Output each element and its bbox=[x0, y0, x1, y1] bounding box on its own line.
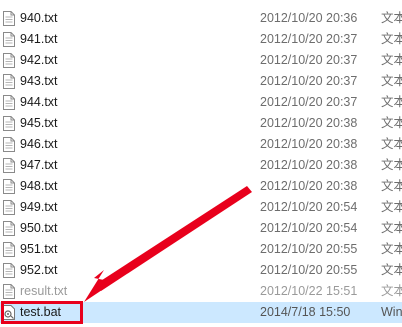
text-file-icon bbox=[3, 179, 15, 194]
file-type: 文本 bbox=[381, 116, 402, 130]
file-name: 952.txt bbox=[20, 263, 58, 277]
file-type: 文本 bbox=[381, 158, 402, 172]
file-name: 948.txt bbox=[20, 179, 58, 193]
file-row[interactable]: 946.txt 2012/10/20 20:38 文本 bbox=[0, 134, 402, 155]
file-name: 944.txt bbox=[20, 95, 58, 109]
file-name: 943.txt bbox=[20, 74, 58, 88]
file-name: 942.txt bbox=[20, 53, 58, 67]
file-name: result.txt bbox=[20, 284, 68, 298]
text-file-icon bbox=[3, 200, 15, 215]
file-row[interactable]: 948.txt 2012/10/20 20:38 文本 bbox=[0, 176, 402, 197]
text-file-icon bbox=[3, 137, 15, 152]
file-type: 文本 bbox=[381, 284, 402, 298]
file-type: 文本 bbox=[381, 74, 402, 88]
file-row[interactable]: 943.txt 2012/10/20 20:37 文本 bbox=[0, 71, 402, 92]
file-type: 文本 bbox=[381, 263, 402, 277]
date-modified: 2012/10/20 20:37 bbox=[260, 32, 358, 46]
date-modified: 2012/10/20 20:55 bbox=[260, 242, 358, 256]
file-type: 文本 bbox=[381, 179, 402, 193]
file-row[interactable]: 944.txt 2012/10/20 20:37 文本 bbox=[0, 92, 402, 113]
date-modified: 2012/10/20 20:54 bbox=[260, 221, 358, 235]
text-file-icon bbox=[3, 74, 15, 89]
date-modified: 2012/10/20 20:37 bbox=[260, 53, 358, 67]
text-file-icon bbox=[3, 242, 15, 257]
date-modified: 2012/10/20 20:54 bbox=[260, 200, 358, 214]
file-type: 文本 bbox=[381, 200, 402, 214]
text-file-icon bbox=[3, 263, 15, 278]
date-modified: 2012/10/20 20:38 bbox=[260, 158, 358, 172]
text-file-icon bbox=[3, 32, 15, 47]
text-file-icon bbox=[3, 116, 15, 131]
date-modified: 2012/10/20 20:55 bbox=[260, 263, 358, 277]
text-file-icon bbox=[3, 221, 15, 236]
text-file-icon bbox=[3, 95, 15, 110]
date-modified: 2012/10/20 20:38 bbox=[260, 116, 358, 130]
file-row[interactable]: 941.txt 2012/10/20 20:37 文本 bbox=[0, 29, 402, 50]
file-row[interactable]: 952.txt 2012/10/20 20:55 文本 bbox=[0, 260, 402, 281]
file-name: 950.txt bbox=[20, 221, 58, 235]
text-file-icon bbox=[3, 284, 15, 299]
date-modified: 2012/10/20 20:38 bbox=[260, 179, 358, 193]
date-modified: 2012/10/20 20:38 bbox=[260, 137, 358, 151]
file-name: 951.txt bbox=[20, 242, 58, 256]
file-type: 文本 bbox=[381, 137, 402, 151]
batch-file-icon bbox=[3, 305, 15, 320]
file-type: 文本 bbox=[381, 53, 402, 67]
file-row[interactable]: 950.txt 2012/10/20 20:54 文本 bbox=[0, 218, 402, 239]
file-name: 946.txt bbox=[20, 137, 58, 151]
file-type: Win bbox=[381, 305, 402, 319]
text-file-icon bbox=[3, 11, 15, 26]
text-file-icon bbox=[3, 158, 15, 173]
file-row[interactable]: 951.txt 2012/10/20 20:55 文本 bbox=[0, 239, 402, 260]
file-row[interactable]: 942.txt 2012/10/20 20:37 文本 bbox=[0, 50, 402, 71]
text-file-icon bbox=[3, 53, 15, 68]
date-modified: 2012/10/20 20:37 bbox=[260, 95, 358, 109]
file-name: 947.txt bbox=[20, 158, 58, 172]
file-name: 940.txt bbox=[20, 11, 58, 25]
file-row-selected[interactable]: test.bat 2014/7/18 15:50 Win bbox=[0, 302, 402, 323]
file-row[interactable]: 947.txt 2012/10/20 20:38 文本 bbox=[0, 155, 402, 176]
file-row[interactable]: result.txt 2012/10/22 15:51 文本 bbox=[0, 281, 402, 302]
date-modified: 2012/10/22 15:51 bbox=[260, 284, 358, 298]
file-type: 文本 bbox=[381, 242, 402, 256]
file-row[interactable]: 945.txt 2012/10/20 20:38 文本 bbox=[0, 113, 402, 134]
file-row[interactable]: 949.txt 2012/10/20 20:54 文本 bbox=[0, 197, 402, 218]
file-type: 文本 bbox=[381, 11, 402, 25]
file-name: 949.txt bbox=[20, 200, 58, 214]
file-row[interactable]: 940.txt 2012/10/20 20:36 文本 bbox=[0, 8, 402, 29]
date-modified: 2012/10/20 20:36 bbox=[260, 11, 358, 25]
date-modified: 2014/7/18 15:50 bbox=[260, 305, 351, 319]
file-type: 文本 bbox=[381, 32, 402, 46]
date-modified: 2012/10/20 20:37 bbox=[260, 74, 358, 88]
file-name: 945.txt bbox=[20, 116, 58, 130]
file-name: 941.txt bbox=[20, 32, 58, 46]
file-type: 文本 bbox=[381, 221, 402, 235]
file-type: 文本 bbox=[381, 95, 402, 109]
file-name: test.bat bbox=[20, 305, 61, 319]
